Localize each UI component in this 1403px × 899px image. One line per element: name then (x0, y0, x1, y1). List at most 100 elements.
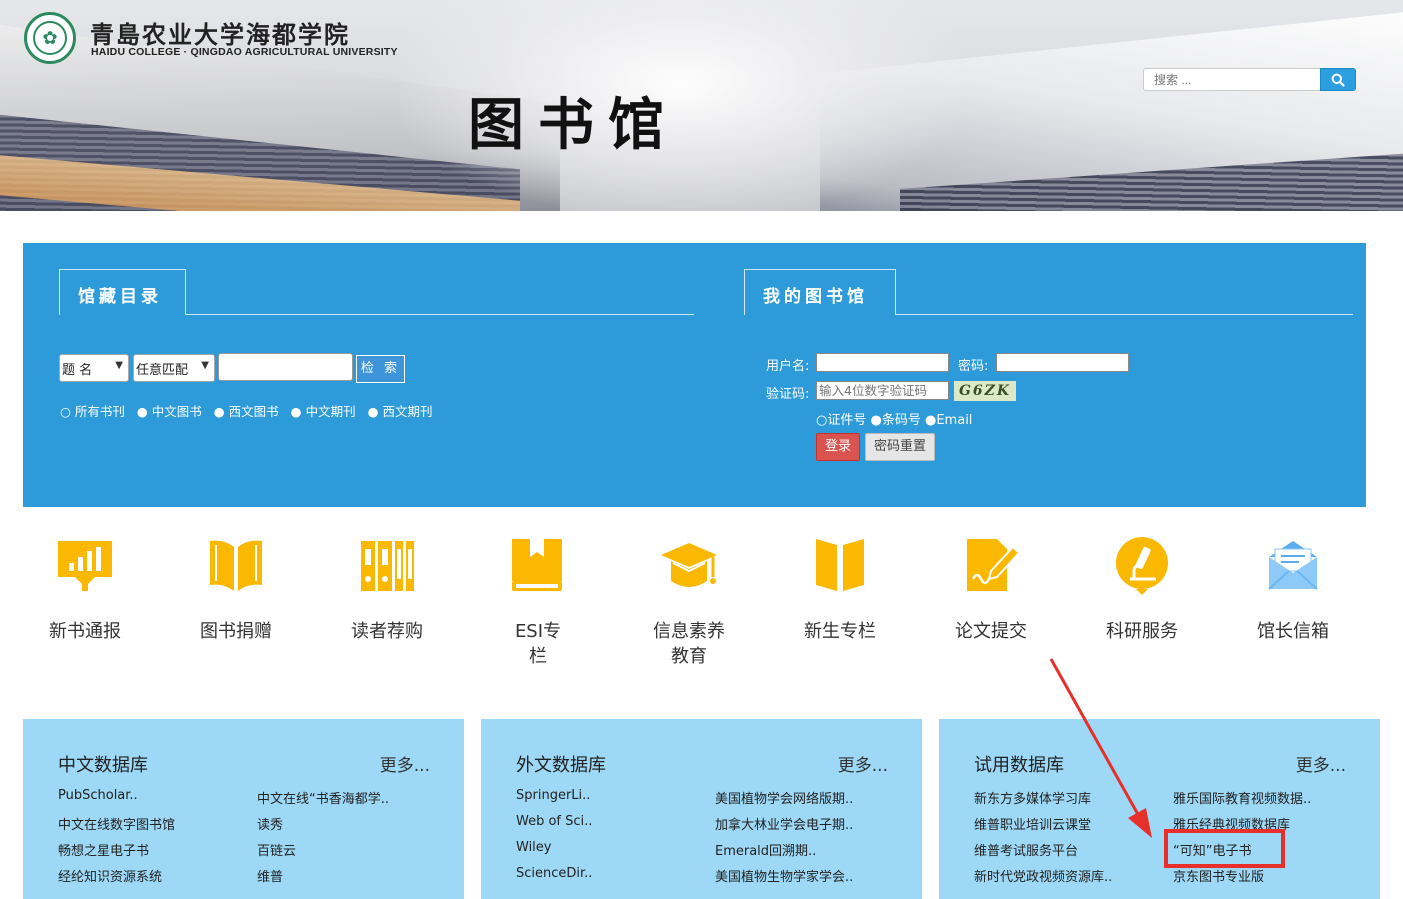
captcha-input[interactable]: 输入4位数字验证码 (816, 381, 949, 400)
open-book-icon (210, 540, 262, 591)
captcha-label: 验证码: (766, 387, 810, 402)
quick-link-label: 读者荐购 (351, 621, 423, 642)
quick-link-label: 新生专栏 (804, 621, 876, 642)
quick-link-label: 图书捐赠 (200, 621, 272, 642)
radio-email[interactable]: ●Email (925, 413, 972, 428)
username-input[interactable] (816, 353, 949, 372)
quick-link-new-books[interactable]: 新书通报 (20, 535, 150, 644)
catalog-search-button[interactable]: 检 索 (356, 355, 405, 383)
db-link[interactable]: 读秀 (257, 814, 283, 833)
college-name-en: HAIDU COLLEGE · QINGDAO AGRICULTURAL UNI… (91, 46, 398, 58)
quick-link-label: 馆长信箱 (1257, 621, 1329, 642)
db-link[interactable]: 美国植物学会网络版期.. (715, 788, 853, 807)
db-link[interactable]: 维普职业培训云课堂 (974, 814, 1091, 833)
db-link[interactable]: ScienceDir.. (516, 866, 592, 881)
tab-catalog[interactable]: 馆藏目录 (59, 269, 186, 315)
radio-all[interactable]: ○ 所有书刊 (60, 404, 129, 419)
db-link[interactable]: 经纶知识资源系统 (58, 866, 162, 885)
db-link[interactable]: 新东方多媒体学习库 (974, 788, 1091, 807)
db-link[interactable]: Wiley (516, 840, 551, 855)
quick-link-director-mailbox[interactable]: 馆长信箱 (1228, 535, 1358, 644)
radio-label: 西文图书 (228, 404, 279, 419)
password-input[interactable] (996, 353, 1129, 372)
quick-link-thesis[interactable]: 论文提交 (926, 535, 1056, 644)
microscope-icon (1116, 537, 1168, 595)
search-field-value: 题 名 (62, 363, 93, 378)
radio-label: 中文期刊 (305, 404, 356, 419)
college-name-cn: 青島农业大学海都学院 (90, 20, 350, 49)
username-label: 用户名: (766, 359, 810, 374)
db-more-link[interactable]: 更多... (380, 751, 430, 776)
db-link[interactable]: 新时代党政视频资源库.. (974, 866, 1112, 885)
search-button[interactable] (1320, 68, 1356, 91)
page-title: 图书馆 (468, 92, 678, 158)
login-button[interactable]: 登录 (816, 433, 860, 461)
db-link[interactable]: 雅乐国际教育视频数据.. (1173, 788, 1311, 807)
db-link[interactable]: 中文在线数字图书馆 (58, 814, 175, 833)
quick-link-research[interactable]: 科研服务 (1077, 535, 1207, 644)
db-box-chinese: 中文数据库 更多... PubScholar.. 中文在线数字图书馆 畅想之星电… (23, 719, 464, 899)
db-link[interactable]: 京东图书专业版 (1173, 866, 1264, 885)
db-link[interactable]: 维普 (257, 866, 283, 885)
college-logo[interactable]: ✿ (24, 12, 76, 64)
radio-label: 证件号 (827, 413, 867, 428)
db-link[interactable]: 美国植物生物学家学会.. (715, 866, 853, 885)
password-label: 密码: (958, 359, 989, 374)
db-more-link[interactable]: 更多... (1296, 751, 1346, 776)
db-link[interactable]: PubScholar.. (58, 788, 138, 803)
radio-label: 西文期刊 (382, 404, 433, 419)
match-mode-select[interactable]: 任意匹配 ▼ (133, 354, 215, 382)
logo-emblem-icon: ✿ (33, 21, 67, 55)
radio-label: 条码号 (881, 413, 921, 428)
bookmarked-book-icon (512, 539, 562, 591)
chevron-down-icon: ▼ (115, 360, 123, 371)
quick-link-freshmen[interactable]: 新生专栏 (775, 535, 905, 644)
catalog-search-input[interactable] (218, 353, 353, 381)
db-link[interactable]: Web of Sci.. (516, 814, 592, 829)
quick-link-recommend[interactable]: 读者荐购 (322, 535, 452, 644)
db-link[interactable]: 畅想之星电子书 (58, 840, 149, 859)
db-box-foreign: 外文数据库 更多... SpringerLi.. Web of Sci.. Wi… (481, 719, 922, 899)
db-link[interactable]: SpringerLi.. (516, 788, 590, 803)
radio-id-card[interactable]: ○证件号 (816, 413, 866, 428)
envelope-icon (1268, 541, 1318, 590)
radio-cn-books[interactable]: ● 中文图书 (137, 404, 206, 419)
db-link[interactable]: 维普考试服务平台 (974, 840, 1078, 859)
db-link[interactable]: 中文在线“书香海都学.. (257, 788, 389, 807)
quick-link-donation[interactable]: 图书捐赠 (171, 535, 301, 644)
radio-cn-journals[interactable]: ● 中文期刊 (291, 404, 360, 419)
login-search-panel: 馆藏目录 题 名 ▼ 任意匹配 ▼ 检 索 ○ 所有书刊 ● 中文图书 ● 西文… (23, 243, 1366, 507)
quick-link-label: ESI专栏 (514, 621, 562, 667)
match-mode-value: 任意匹配 (136, 363, 189, 378)
graduation-cap-icon (661, 543, 717, 587)
catalog-scope-radios: ○ 所有书刊 ● 中文图书 ● 西文图书 ● 中文期刊 ● 西文期刊 (60, 401, 440, 420)
radio-barcode[interactable]: ●条码号 (871, 413, 921, 428)
db-title: 试用数据库 (974, 755, 1064, 776)
radio-label: 所有书刊 (74, 404, 125, 419)
captcha-image[interactable]: G6ZK (954, 381, 1016, 401)
header-banner: ✿ 青島农业大学海都学院 HAIDU COLLEGE · QINGDAO AGR… (0, 0, 1403, 211)
bookshelf-icon (361, 541, 414, 591)
annotation-highlight-box (1164, 829, 1285, 868)
radio-western-books[interactable]: ● 西文图书 (214, 404, 283, 419)
radio-label: Email (936, 413, 973, 428)
book-icon (816, 539, 864, 591)
quick-link-literacy[interactable]: 信息素养 教育 (624, 535, 754, 669)
quick-link-label: 论文提交 (955, 621, 1027, 642)
id-type-radios: ○证件号 ●条码号 ●Email (816, 409, 972, 428)
password-reset-button[interactable]: 密码重置 (865, 433, 935, 461)
db-link[interactable]: Emerald回溯期.. (715, 840, 816, 859)
my-library-divider (896, 314, 1353, 315)
db-link[interactable]: 加拿大林业学会电子期.. (715, 814, 853, 833)
tab-my-library[interactable]: 我的图书馆 (744, 269, 896, 315)
quick-link-esi[interactable]: ESI专栏 (473, 535, 603, 669)
quick-link-label: 信息素养 教育 (653, 621, 725, 667)
search-field-select[interactable]: 题 名 ▼ (59, 354, 129, 382)
quick-link-label: 新书通报 (49, 621, 121, 642)
db-more-link[interactable]: 更多... (838, 751, 888, 776)
search-input[interactable] (1143, 68, 1321, 91)
radio-western-journals[interactable]: ● 西文期刊 (368, 404, 437, 419)
catalog-divider (186, 314, 694, 315)
db-link[interactable]: 百链云 (257, 840, 296, 859)
radio-label: 中文图书 (151, 404, 202, 419)
